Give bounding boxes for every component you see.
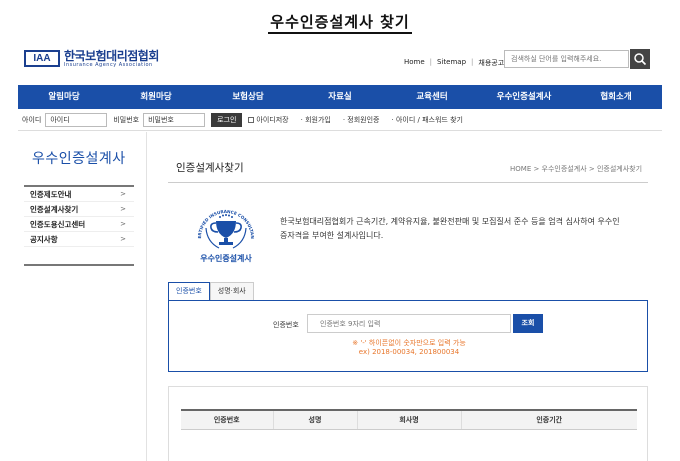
sidebar-item-announcements[interactable]: 공지사항 > (24, 232, 134, 247)
search-tabs: 인증번호 성명·회사 (168, 282, 254, 300)
badge-caption: 우수인증설계사 (200, 253, 252, 263)
sidebar-item-label: 공지사항 (30, 234, 58, 244)
id-label: 아이디 (22, 116, 42, 124)
site-logo[interactable]: IAA 한국보험대리점협회 Insurance Agency Associati… (24, 50, 159, 68)
nav-consult[interactable]: 보험상담 (202, 85, 294, 109)
site-search-button[interactable] (630, 49, 650, 69)
separator: | (471, 58, 474, 66)
chevron-right-icon: > (120, 205, 126, 213)
save-id-label: 아이디저장 (256, 116, 289, 124)
notice-example: ex) 2018-00034, 201800034 (358, 348, 460, 356)
nav-library[interactable]: 자료실 (294, 85, 386, 109)
content-divider (146, 132, 147, 461)
sidebar-item-label: 인증설계사찾기 (30, 204, 79, 214)
logo-text: 한국보험대리점협회 Insurance Agency Association (64, 50, 159, 68)
signup-link[interactable]: · 회원가입 (301, 115, 331, 125)
certification-description: 한국보험대리점협회가 근속기간, 계약유지율, 불완전판매 및 모집질서 준수 … (280, 217, 620, 240)
save-id-checkbox[interactable] (248, 117, 255, 123)
column-cert-period: 인증기간 (461, 409, 637, 430)
sidebar-title: 우수인증설계사 (32, 151, 126, 167)
nav-about[interactable]: 협회소개 (570, 85, 662, 109)
trophy-icon (210, 221, 242, 245)
main-navigation: 알림마당 회원마당 보험상담 자료실 교육센터 우수인증설계사 협회소개 (18, 85, 662, 109)
cert-number-input[interactable] (307, 314, 511, 333)
certified-badge-emblem: CERTIFIED INSURANCE CONSULTANT 우수인증설계사 (190, 198, 255, 263)
column-name: 성명 (273, 409, 358, 430)
page-heading-text: 우수인증설계사 찾기 (268, 13, 412, 34)
site-search-input[interactable] (504, 50, 629, 68)
sidebar-item-label: 인증도용신고센터 (30, 219, 86, 229)
sidebar-divider (24, 264, 134, 266)
home-link[interactable]: Home (404, 58, 425, 68)
column-company: 회사명 (357, 409, 462, 430)
utility-links: Home | Sitemap | 채용공고 (404, 58, 504, 68)
chevron-right-icon: > (120, 190, 126, 198)
nav-certified[interactable]: 우수인증설계사 (478, 85, 570, 109)
login-bar: 아이디 비밀번호 로그인 아이디저장 · 회원가입 · 정회원인증 · 아이디 … (18, 110, 662, 131)
id-input[interactable] (45, 113, 108, 127)
search-panel: 인증번호 조회 ※ '-' 하이픈없이 숫자만으로 입력 가능 ex) 2018… (168, 300, 648, 372)
logo-subtitle: Insurance Agency Association (64, 62, 153, 68)
sidebar-item-find-consultant[interactable]: 인증설계사찾기 > (24, 202, 134, 217)
login-button[interactable]: 로그인 (211, 113, 243, 127)
nav-education[interactable]: 교육센터 (386, 85, 478, 109)
search-icon (634, 53, 647, 66)
password-input[interactable] (143, 113, 206, 127)
results-box: 인증번호 성명 회사명 인증기간 (168, 386, 648, 461)
member-auth-link[interactable]: · 정회원인증 (343, 115, 380, 125)
logo-abbr: IAA (24, 50, 60, 67)
find-account-link[interactable]: · 아이디 / 패스워드 찾기 (392, 115, 463, 125)
table-header-row: 인증번호 성명 회사명 인증기간 (181, 409, 637, 430)
lookup-button[interactable]: 조회 (513, 314, 543, 333)
title-divider (168, 182, 648, 183)
nav-notice[interactable]: 알림마당 (18, 85, 110, 109)
breadcrumb: HOME > 우수인증설계사 > 인증설계사찾기 (510, 165, 643, 173)
chevron-right-icon: > (120, 220, 126, 228)
recruit-link[interactable]: 채용공고 (478, 58, 504, 68)
nav-members[interactable]: 회원마당 (110, 85, 202, 109)
content-title: 인증설계사찾기 (176, 162, 244, 174)
input-notice: ※ '-' 하이픈없이 숫자만으로 입력 가능 ex) 2018-00034, … (307, 339, 511, 357)
logo-name: 한국보험대리점협회 (64, 49, 159, 63)
notice-line: ※ '-' 하이픈없이 숫자만으로 입력 가능 (352, 339, 466, 347)
cert-number-label: 인증번호 (273, 321, 299, 329)
sidebar-menu: 인증제도안내 > 인증설계사찾기 > 인증도용신고센터 > 공지사항 > (24, 185, 134, 247)
column-cert-number: 인증번호 (181, 409, 274, 430)
page-heading: 우수인증설계사 찾기 (0, 11, 680, 34)
sitemap-link[interactable]: Sitemap (437, 58, 466, 68)
password-label: 비밀번호 (113, 116, 140, 124)
tab-name-company[interactable]: 성명·회사 (209, 282, 254, 300)
sidebar-item-report-center[interactable]: 인증도용신고센터 > (24, 217, 134, 232)
chevron-right-icon: > (120, 235, 126, 243)
star-icon (219, 214, 233, 218)
results-table: 인증번호 성명 회사명 인증기간 (181, 409, 637, 430)
top-header: IAA 한국보험대리점협회 Insurance Agency Associati… (18, 46, 660, 74)
tab-cert-number[interactable]: 인증번호 (168, 282, 210, 300)
separator: | (429, 58, 433, 66)
sidebar-item-cert-guide[interactable]: 인증제도안내 > (24, 187, 134, 202)
sidebar-item-label: 인증제도안내 (30, 189, 72, 199)
